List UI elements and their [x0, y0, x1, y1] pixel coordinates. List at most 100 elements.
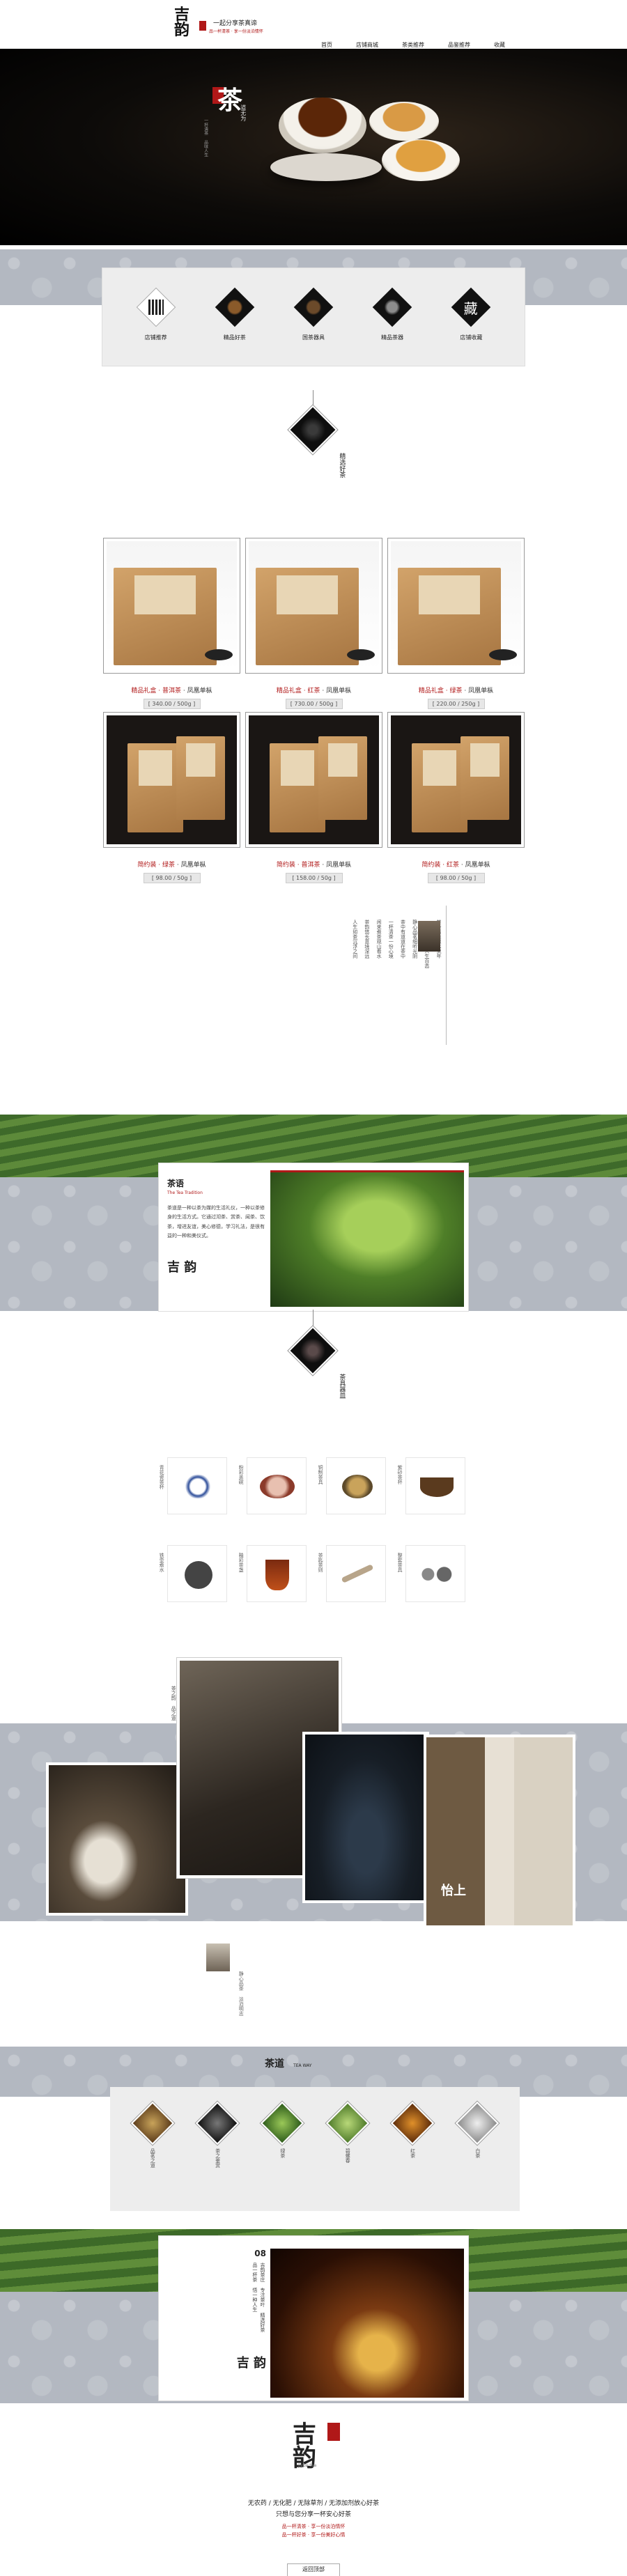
clay-cup-icon [420, 1477, 454, 1497]
qr-code-icon [136, 287, 176, 327]
teacup-right-bottom [382, 139, 460, 181]
teacup-large [279, 98, 366, 153]
tea-pot-icon [195, 2101, 240, 2146]
product-card[interactable] [387, 538, 525, 674]
ware-label: 紫砂茶杯 [397, 1465, 403, 1484]
product-title[interactable]: 简约装 · 普洱茶 [277, 862, 320, 869]
category-item[interactable]: 国茶器具 [282, 287, 345, 341]
product-card[interactable] [103, 538, 240, 674]
product-price: [ 730.00 / 500g ] [285, 699, 343, 709]
footer-brand-en: jiyun·tea [298, 2463, 317, 2468]
tea-type-item[interactable]: 碧螺春 [323, 2101, 372, 2211]
tea-leaf-icon [215, 287, 255, 327]
tea-set-icon [416, 1565, 456, 1583]
product-title[interactable]: 精品礼盒 · 绿茶 [419, 688, 463, 695]
ware-item[interactable]: 铜制茶具 [318, 1457, 386, 1514]
gallery-thumb [206, 1943, 230, 1971]
category-label: 店铺收藏 [460, 334, 483, 341]
product-tag: 凤凰单枞 [468, 688, 494, 695]
product-card[interactable] [245, 538, 382, 674]
ware-label: 铜制茶具 [318, 1465, 324, 1484]
saucer [270, 153, 382, 181]
product-title[interactable]: 简约装 · 红茶 [421, 862, 459, 869]
category-item[interactable]: 精品茶器 [361, 287, 424, 341]
ware-label: 青花瓷茶杯 [159, 1465, 165, 1489]
product-card[interactable] [387, 712, 525, 848]
section-title-ware: 茶具器皿 [338, 1374, 346, 1399]
poem-line: 人生如茶沉浮之间 [352, 920, 358, 959]
category-label: 精品好茶 [223, 334, 246, 341]
teapot-icon [293, 287, 334, 327]
ware-item[interactable]: 紫砂茶杯 [397, 1457, 465, 1514]
tea-type-item[interactable]: 绿茶 [258, 2101, 307, 2211]
white-tea-icon [456, 2101, 500, 2146]
ware-item[interactable]: 茶匙茶则 [318, 1545, 386, 1602]
product-info: 简约装 · 绿茶 · 凤凰单枞 [ 98.00 / 50g ] [103, 851, 240, 883]
gallery-photo-left [46, 1762, 188, 1916]
ware-label: 整套茶具 [397, 1553, 403, 1572]
product-price: [ 98.00 / 50g ] [427, 873, 485, 883]
tea-story-logo: 吉 韵 [167, 1260, 197, 1275]
collect-icon: 藏 [451, 287, 491, 327]
tea-type-item[interactable]: 茶之鉴赏 [193, 2101, 242, 2211]
ware-label: 粉彩盖碗 [238, 1465, 245, 1484]
gallery-label: 茶之韵 品之道 [171, 1686, 177, 1721]
category-label: 国茶器具 [302, 334, 325, 341]
ware-item[interactable]: 釉彩茶盏 [238, 1545, 307, 1602]
section-title-tea: 精选好茶 [338, 453, 346, 478]
tea-spoon-icon [341, 1564, 374, 1583]
tea-story-body: 茶道是一种以茶为媒的生活礼仪，一种以茶修身的生活方式。它通过沏茶、赏茶、闻茶、饮… [167, 1205, 265, 1239]
product-info: 精品礼盒 · 红茶 · 凤凰单枞 [ 730.00 / 500g ] [245, 677, 382, 709]
about-body: 吉韵茶庄 专注茶叶 精选好茶 品一杯茶 悟一种人生 [251, 2263, 265, 2332]
poem-divider [446, 906, 447, 1045]
gallery-calligraphy: 怡上 [441, 1884, 466, 1898]
footer-red1: 品一杯清茶 · 享一份淡泊情怀 [281, 2524, 346, 2529]
product-info: 简约装 · 普洱茶 · 凤凰单枞 [ 158.00 / 50g ] [245, 851, 382, 883]
tea-type-item[interactable]: 品茗之道 [128, 2101, 177, 2211]
product-tag: 凤凰单枞 [465, 862, 490, 869]
product-title[interactable]: 精品礼盒 · 普洱茶 [131, 688, 181, 695]
poem-line: 静心品茗细听光阴 [412, 920, 418, 959]
iron-kettle-icon [185, 1561, 212, 1589]
tea-type-label: 品茗之道 [150, 2148, 156, 2168]
tea-types-subtitle: TEA WAY [293, 2063, 312, 2068]
product-title[interactable]: 精品礼盒 · 红茶 [277, 688, 320, 695]
category-item[interactable]: 店铺推荐 [125, 287, 187, 341]
ware-item[interactable]: 整套茶具 [397, 1545, 465, 1602]
ware-label: 釉彩茶盏 [238, 1553, 245, 1572]
product-tag: 凤凰单枞 [180, 862, 206, 869]
category-item[interactable]: 精品好茶 [203, 287, 266, 341]
tea-story-photo [270, 1170, 464, 1307]
ware-item[interactable]: 粉彩盖碗 [238, 1457, 307, 1514]
about-text: 08 吉韵茶庄 专注茶叶 精选好茶 品一杯茶 悟一种人生 吉 韵 [169, 2249, 266, 2392]
product-title[interactable]: 简约装 · 绿茶 [137, 862, 175, 869]
hero-subtitle: 道无为 [240, 104, 247, 121]
product-info: 简约装 · 红茶 · 凤凰单枞 [ 98.00 / 50g ] [387, 851, 525, 883]
bowl-icon [260, 1475, 295, 1498]
hero-banner: 茶 道无为 一杯清茶 品味人生 [0, 49, 627, 245]
blue-white-cup-icon [180, 1475, 215, 1498]
tea-type-item[interactable]: 红茶 [388, 2101, 437, 2211]
logo-seal [199, 21, 206, 31]
green-leaf-icon [261, 2101, 304, 2146]
green-tea-icon [325, 2101, 369, 2146]
product-price: [ 220.00 / 250g ] [427, 699, 485, 709]
poem-line: 茶韵悠长意境深远 [364, 920, 370, 959]
product-card[interactable] [245, 712, 382, 848]
about-logo: 吉 韵 [236, 2356, 266, 2371]
tea-type-item[interactable]: 白茶 [453, 2101, 502, 2211]
poem-thumbnail [418, 921, 440, 952]
ware-item[interactable]: 青花瓷茶杯 [159, 1457, 227, 1514]
tea-story-title: 茶语 [167, 1179, 185, 1188]
collect-char: 藏 [464, 300, 479, 316]
tea-story-text: 茶语 The Tea Tradition 茶道是一种以茶为媒的生活礼仪，一种以茶… [167, 1177, 265, 1275]
back-to-top-button[interactable]: 返回顶部 [287, 2563, 340, 2576]
product-card[interactable] [103, 712, 240, 848]
section-emblem-tea [288, 405, 338, 455]
slogan-line1: 一起分享茶真谛 [213, 20, 258, 27]
category-item[interactable]: 藏 店铺收藏 [440, 287, 502, 341]
category-panel: 店铺推荐 精品好茶 国茶器具 精品茶器 藏 店铺收藏 [102, 267, 525, 366]
poem-line: 闲来煮茶观山看水 [376, 920, 382, 959]
section-emblem-ware [288, 1326, 338, 1376]
ware-item[interactable]: 铁壶煮水 [159, 1545, 227, 1602]
